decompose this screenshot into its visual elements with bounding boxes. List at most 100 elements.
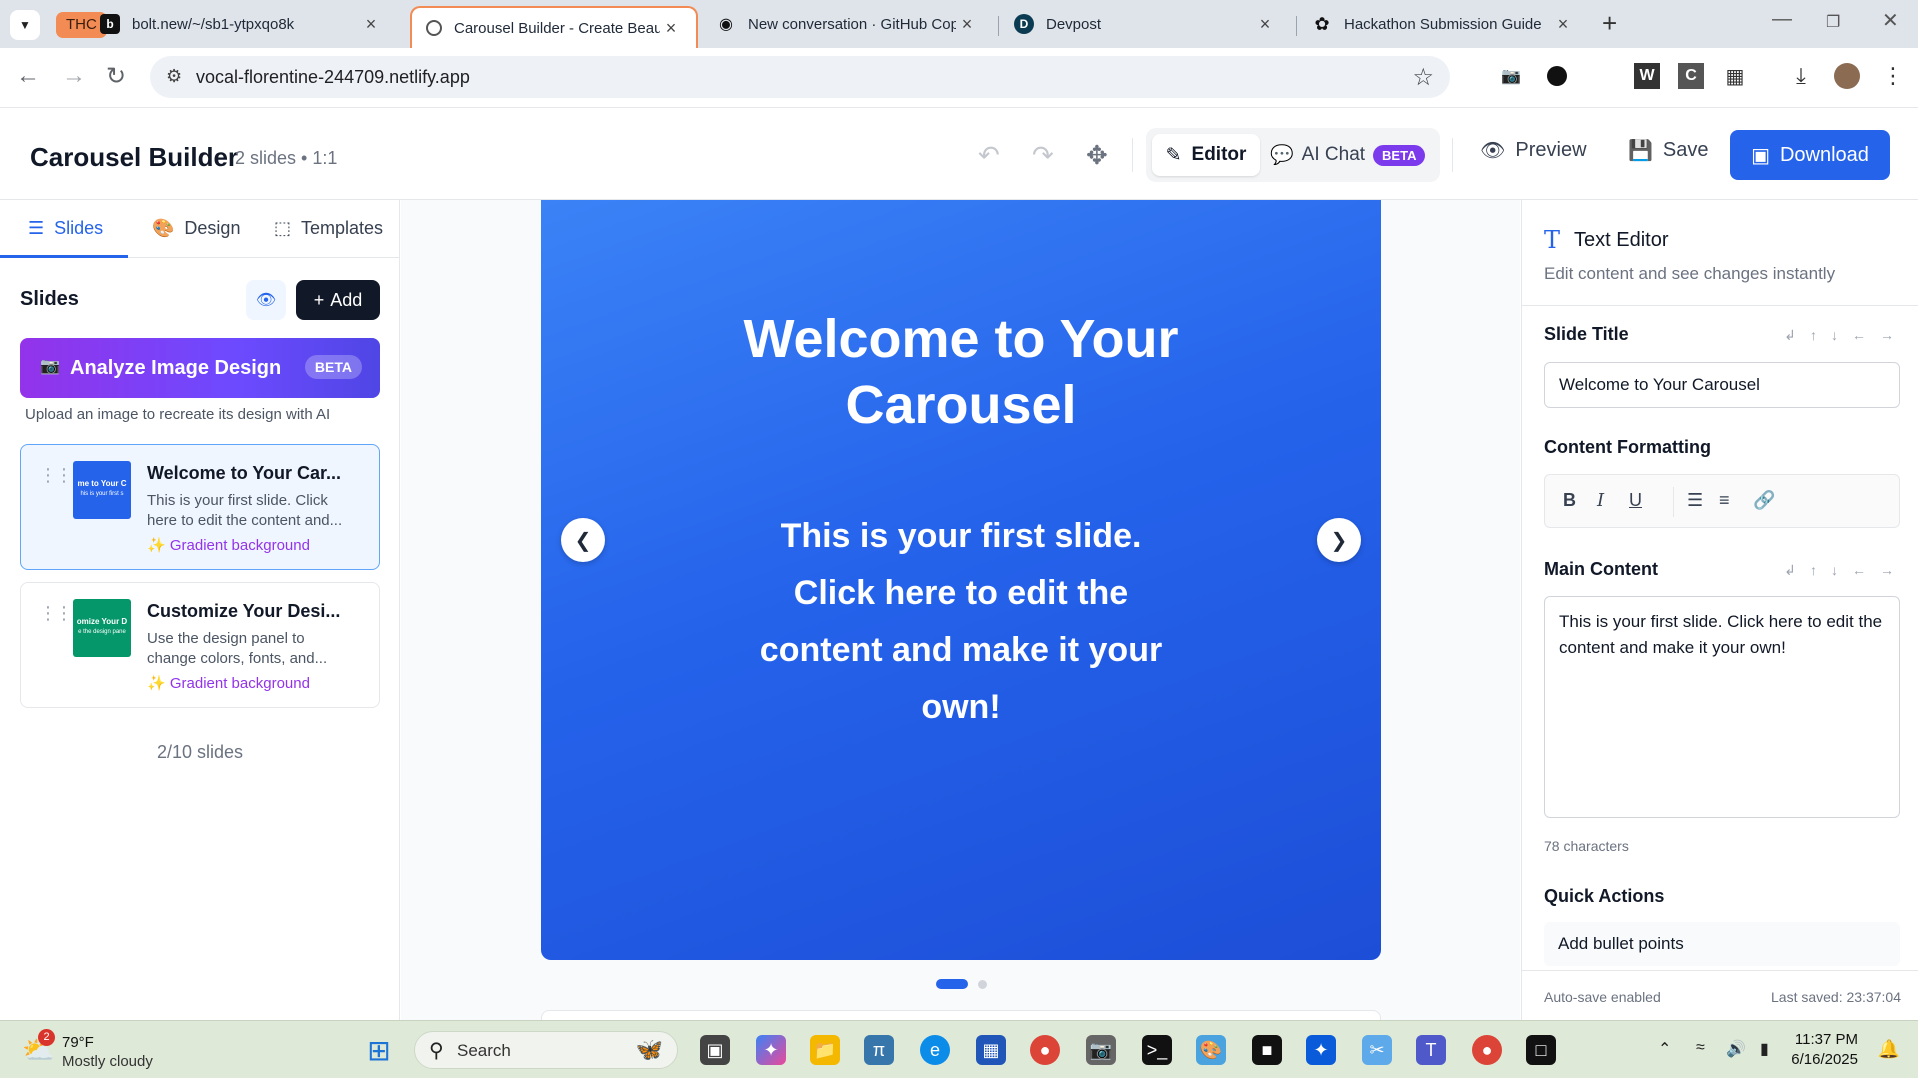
prev-slide-button[interactable]: ❮ bbox=[561, 518, 605, 562]
tab-title: New conversation · GitHub Cop bbox=[748, 15, 956, 33]
download-button[interactable]: ▣ Download bbox=[1730, 130, 1890, 180]
forward-arrow-icon[interactable]: → bbox=[62, 62, 86, 90]
browser-tab[interactable]: b bolt.new/~/sb1-ytpxqo8k × bbox=[86, 6, 396, 42]
underline-icon[interactable]: U bbox=[1629, 490, 1642, 511]
new-tab-button[interactable]: + bbox=[1602, 8, 1617, 39]
wifi-icon[interactable]: ≈ bbox=[1696, 1039, 1705, 1057]
windows-start-icon[interactable]: ⊞ bbox=[364, 1035, 394, 1066]
arrow-right-icon[interactable]: → bbox=[1880, 562, 1894, 579]
store-icon[interactable]: ▦ bbox=[976, 1035, 1006, 1065]
puzzle-icon[interactable]: ▦ bbox=[1722, 63, 1748, 89]
main-content-textarea[interactable]: This is your first slide. Click here to … bbox=[1544, 596, 1900, 818]
teams-icon[interactable]: T bbox=[1416, 1035, 1446, 1065]
pagination-dot-active[interactable] bbox=[936, 979, 968, 989]
avatar[interactable] bbox=[1834, 63, 1860, 89]
sticky-notes-icon[interactable]: ■ bbox=[1252, 1035, 1282, 1065]
app-icon[interactable]: □ bbox=[1526, 1035, 1556, 1065]
task-view-icon[interactable]: ▣ bbox=[700, 1035, 730, 1065]
arrow-left-icon[interactable]: ← bbox=[1852, 562, 1866, 579]
edge-icon[interactable]: e bbox=[920, 1035, 950, 1065]
close-icon[interactable]: × bbox=[1254, 14, 1276, 35]
redo-icon[interactable]: ↷ bbox=[1032, 140, 1054, 171]
tab-templates[interactable]: ⬚ Templates bbox=[274, 218, 383, 239]
close-icon[interactable]: × bbox=[360, 14, 382, 35]
paint-icon[interactable]: 🎨 bbox=[1196, 1035, 1226, 1065]
bluesky-icon[interactable]: ✦ bbox=[1306, 1035, 1336, 1065]
chrome-icon[interactable]: ● bbox=[1030, 1035, 1060, 1065]
python-icon[interactable]: π bbox=[864, 1035, 894, 1065]
system-clock[interactable]: 11:37 PM 6/16/2025 bbox=[1791, 1030, 1858, 1070]
browser-tab-active[interactable]: Carousel Builder - Create Beaut × bbox=[410, 6, 698, 48]
add-bullet-points-button[interactable]: Add bullet points bbox=[1544, 922, 1900, 966]
chevron-up-icon[interactable]: ⌃ bbox=[1658, 1039, 1671, 1059]
slide-title[interactable]: Welcome to Your Carousel bbox=[661, 306, 1261, 438]
close-icon[interactable]: × bbox=[1552, 14, 1574, 35]
slide-preview[interactable]: Welcome to Your Carousel This is your fi… bbox=[541, 200, 1381, 960]
slide-list-item[interactable]: ⋮⋮ me to Your C his is your first s Welc… bbox=[20, 444, 380, 570]
align-left-icon[interactable]: ☰ bbox=[1687, 490, 1703, 511]
terminal-icon[interactable]: >_ bbox=[1142, 1035, 1172, 1065]
window-close-button[interactable]: ✕ bbox=[1882, 8, 1899, 33]
slide-title-input[interactable] bbox=[1544, 362, 1900, 408]
transform-icon[interactable]: ↲ bbox=[1784, 562, 1796, 579]
arrow-left-icon[interactable]: ← bbox=[1852, 327, 1866, 344]
drag-handle-icon[interactable]: ⋮⋮ bbox=[39, 465, 73, 486]
browser-address-bar: ← → ↻ ⚙ vocal-florentine-244709.netlify.… bbox=[0, 48, 1918, 108]
browser-tab[interactable]: ◉ New conversation · GitHub Cop × bbox=[702, 6, 992, 42]
arrow-down-icon[interactable]: ↓ bbox=[1831, 327, 1838, 344]
camera-app-icon[interactable]: 📷 bbox=[1086, 1035, 1116, 1065]
tab-slides[interactable]: ☰ Slides bbox=[28, 218, 103, 239]
reload-icon[interactable]: ↻ bbox=[106, 62, 126, 91]
close-icon[interactable]: × bbox=[660, 18, 682, 39]
bold-icon[interactable]: B bbox=[1563, 490, 1576, 511]
move-icon[interactable]: ✥ bbox=[1086, 140, 1108, 171]
kebab-menu-icon[interactable]: ⋮ bbox=[1880, 63, 1906, 89]
preview-button[interactable]: 👁 Preview bbox=[1480, 138, 1587, 163]
drag-handle-icon[interactable]: ⋮⋮ bbox=[39, 603, 73, 624]
tab-design[interactable]: 🎨 Design bbox=[152, 218, 240, 239]
next-slide-button[interactable]: ❯ bbox=[1317, 518, 1361, 562]
camera-icon[interactable]: 📷 bbox=[1498, 63, 1524, 89]
bullet-list-icon[interactable]: ≡ bbox=[1719, 490, 1730, 511]
slide-list-item[interactable]: ⋮⋮ omize Your D e the design pane Custom… bbox=[20, 582, 380, 708]
editor-tab-button[interactable]: ✎ Editor bbox=[1152, 134, 1260, 176]
undo-icon[interactable]: ↶ bbox=[978, 140, 1000, 171]
link-icon[interactable]: 🔗 bbox=[1753, 490, 1775, 511]
site-info-icon[interactable]: ⚙ bbox=[166, 66, 182, 87]
pagination-dot[interactable] bbox=[978, 980, 987, 989]
transform-icon[interactable]: ↲ bbox=[1784, 327, 1796, 344]
chrome-profile-icon[interactable]: ● bbox=[1472, 1035, 1502, 1065]
back-arrow-icon[interactable]: ← bbox=[16, 62, 40, 90]
notification-bell-icon[interactable]: 🔔 bbox=[1878, 1039, 1900, 1060]
tab-search-button[interactable]: ▼ bbox=[10, 10, 40, 40]
c-extension-icon[interactable]: C bbox=[1678, 63, 1704, 89]
ai-chat-tab-button[interactable]: 💬 AI Chat BETA bbox=[1270, 134, 1426, 176]
copilot-icon[interactable]: ✦ bbox=[756, 1035, 786, 1065]
preview-toggle-button[interactable]: 👁 bbox=[246, 280, 286, 320]
url-field[interactable]: ⚙ vocal-florentine-244709.netlify.app ☆ bbox=[150, 56, 1450, 98]
browser-tab[interactable]: ✿ Hackathon Submission Guide × bbox=[1298, 6, 1588, 42]
snipping-tool-icon[interactable]: ✂ bbox=[1362, 1035, 1392, 1065]
file-explorer-icon[interactable]: 📁 bbox=[810, 1035, 840, 1065]
close-icon[interactable]: × bbox=[956, 14, 978, 35]
save-button[interactable]: 💾 Save bbox=[1628, 138, 1709, 163]
slide-body[interactable]: This is your first slide. Click here to … bbox=[741, 508, 1181, 736]
analyze-image-button[interactable]: 📷 Analyze Image Design BETA bbox=[20, 338, 380, 398]
battery-icon[interactable]: ▮ bbox=[1760, 1039, 1769, 1059]
download-icon[interactable]: ⤓ bbox=[1788, 63, 1814, 89]
arrow-up-icon[interactable]: ↑ bbox=[1810, 327, 1817, 344]
add-slide-button[interactable]: + Add bbox=[296, 280, 380, 320]
restore-button[interactable]: ❐ bbox=[1826, 12, 1840, 32]
arrow-down-icon[interactable]: ↓ bbox=[1831, 562, 1838, 579]
italic-icon[interactable]: I bbox=[1597, 490, 1604, 511]
arrow-up-icon[interactable]: ↑ bbox=[1810, 562, 1817, 579]
arrow-right-icon[interactable]: → bbox=[1880, 327, 1894, 344]
taskbar-search[interactable]: ⚲ Search 🦋 bbox=[414, 1031, 678, 1069]
extension-dark-icon[interactable] bbox=[1544, 63, 1570, 89]
browser-tab[interactable]: D Devpost × bbox=[1000, 6, 1290, 42]
minimize-button[interactable]: — bbox=[1772, 8, 1792, 31]
word-extension-icon[interactable]: W bbox=[1634, 63, 1660, 89]
tab-label: Slides bbox=[54, 218, 104, 238]
volume-icon[interactable]: 🔊 bbox=[1726, 1039, 1746, 1059]
bookmark-star-icon[interactable]: ☆ bbox=[1412, 63, 1434, 92]
